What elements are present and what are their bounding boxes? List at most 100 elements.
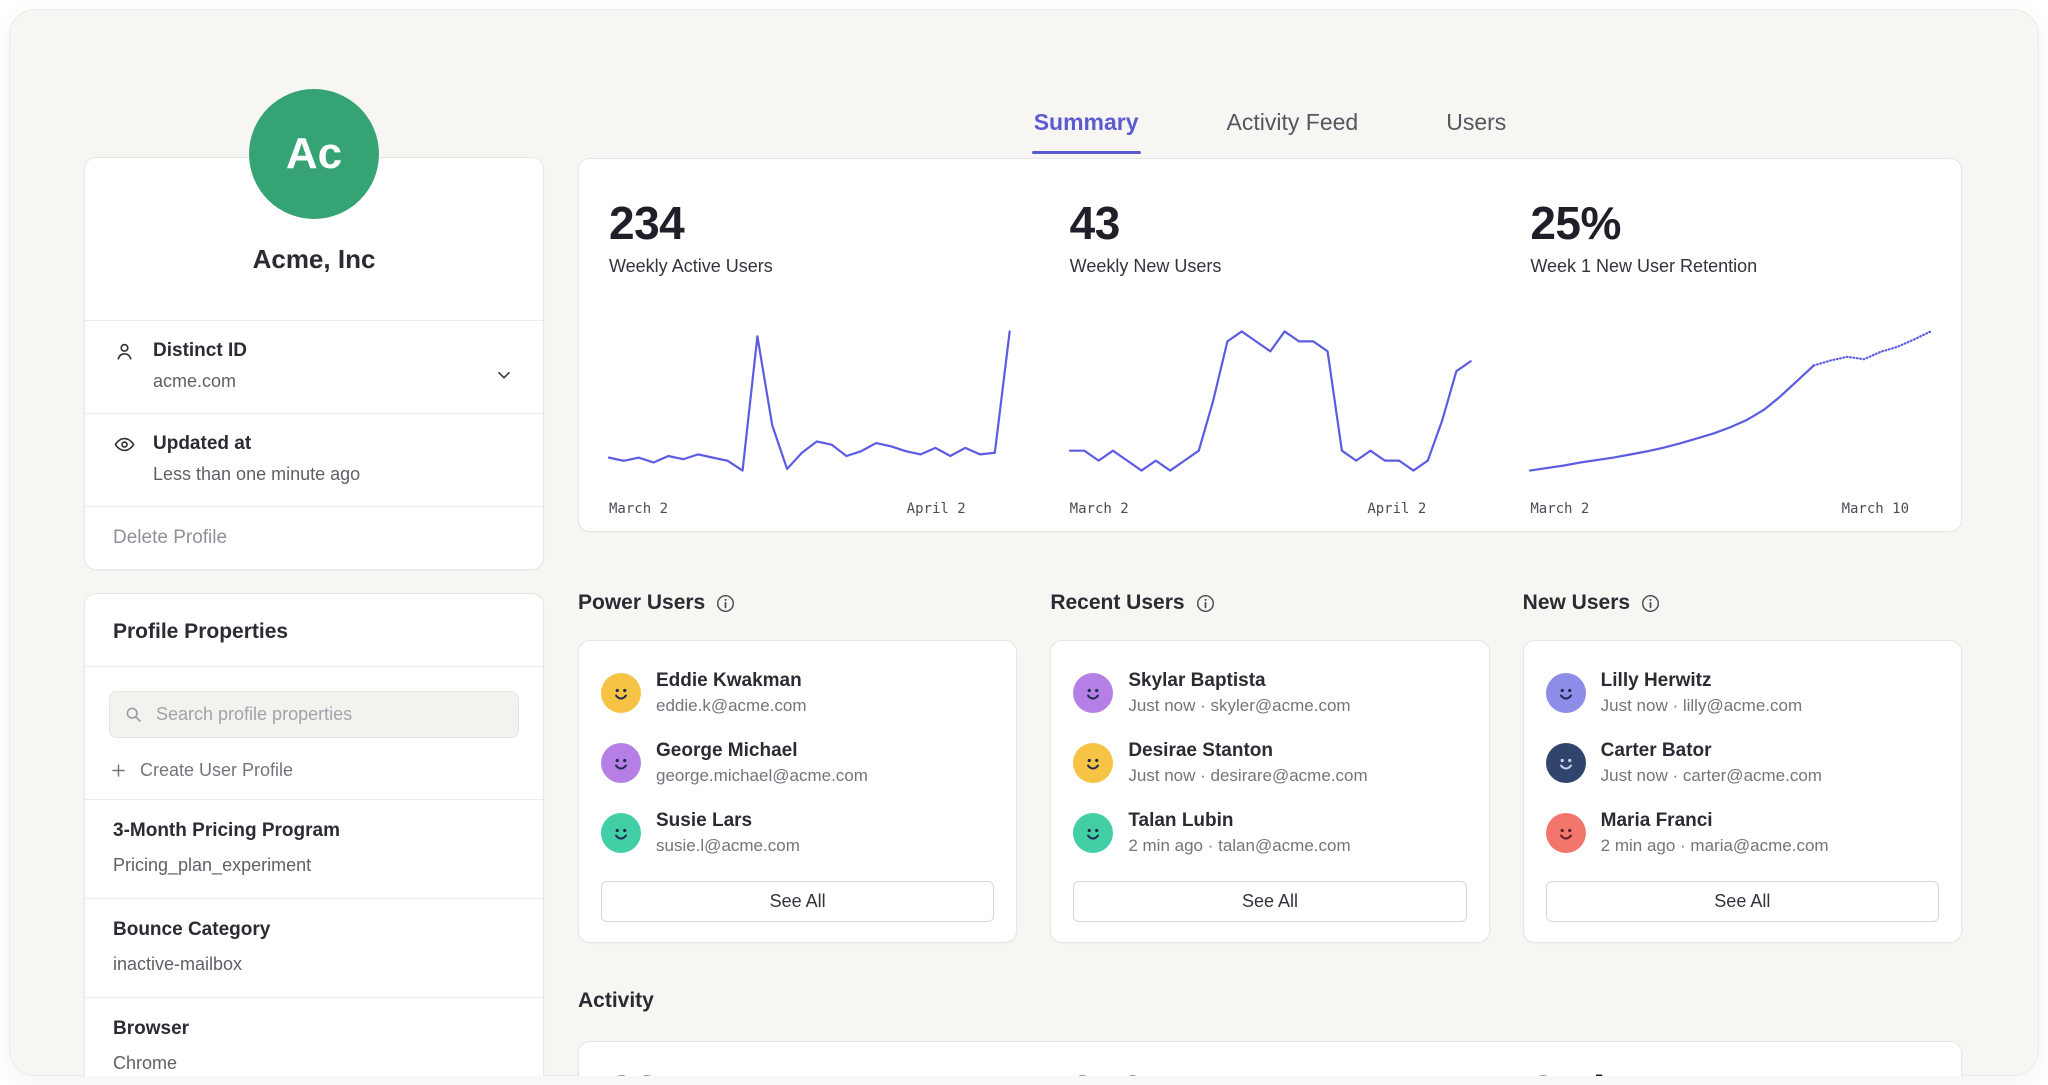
property-name: Bounce Category [113,917,515,943]
property-row[interactable]: Bounce Category inactive-mailbox [85,899,543,997]
tab-summary[interactable]: Summary [1032,105,1141,147]
new-users-column: New Users [1523,589,1962,943]
user-text: George Michael george.michael@acme.com [656,739,868,786]
stat-value: 234 [609,199,1010,247]
distinct-id-label: Distinct ID [153,338,247,364]
person-icon [113,340,136,363]
user-row[interactable]: George Michael george.michael@acme.com [601,739,994,786]
power-users-header: Power Users [578,589,1017,617]
create-user-profile-label: Create User Profile [140,760,293,781]
new-users-title: New Users [1523,591,1630,615]
user-subtitle: george.michael@acme.com [656,766,868,786]
user-row[interactable]: Carter Bator Just now · carter@acme.com [1546,739,1939,786]
power-users-column: Power Users [578,589,1017,943]
activity-stat: 3.4k [1500,1068,1961,1076]
delete-profile-button[interactable]: Delete Profile [85,507,543,569]
tab-users[interactable]: Users [1444,105,1508,147]
updated-at-row: Updated at Less than one minute ago [85,414,543,506]
property-value: Chrome [113,1050,515,1076]
user-name: Lilly Herwitz [1601,669,1802,692]
user-avatar [1073,813,1113,853]
see-all-button[interactable]: See All [1546,881,1939,922]
recent-users-header: Recent Users [1050,589,1489,617]
distinct-id-text: Distinct ID acme.com [153,338,247,395]
stat-weekly-active-users: 234 Weekly Active Users March 2 April 2 [579,159,1040,531]
user-row[interactable]: Eddie Kwakman eddie.k@acme.com [601,669,994,716]
property-value: Pricing_plan_experiment [113,852,515,878]
smiley-face-icon [1551,678,1581,708]
search-icon [123,704,144,725]
property-row[interactable]: Browser Chrome [85,998,543,1076]
axis-tick-right: March 10 [1842,501,1909,517]
axis-tick-right: April 2 [907,501,966,517]
activity-value: 240 [1070,1068,1471,1076]
weekly-new-users-chart [1070,327,1471,475]
company-avatar: Ac [249,89,379,219]
search-input[interactable] [109,691,519,738]
new-users-header: New Users [1523,589,1962,617]
user-avatar [601,673,641,713]
activity-value: 3.4k [1530,1068,1931,1076]
smiley-face-icon [1078,818,1108,848]
property-row[interactable]: 3-Month Pricing Program Pricing_plan_exp… [85,800,543,898]
user-name: Desirae Stanton [1128,739,1367,762]
user-row[interactable]: Lilly Herwitz Just now · lilly@acme.com [1546,669,1939,716]
user-row[interactable]: Maria Franci 2 min ago · maria@acme.com [1546,809,1939,856]
info-icon[interactable] [1196,594,1215,613]
user-text: Talan Lubin 2 min ago · talan@acme.com [1128,809,1350,856]
smiley-face-icon [606,678,636,708]
user-row[interactable]: Susie Lars susie.l@acme.com [601,809,994,856]
activity-value: 234 [609,1068,1010,1076]
chevron-down-icon[interactable] [493,364,515,386]
user-subtitle: 2 min ago · maria@acme.com [1601,836,1829,856]
see-all-button[interactable]: See All [601,881,994,922]
recent-users-card: Skylar Baptista Just now · skyler@acme.c… [1050,640,1489,943]
chart-axis: March 2 April 2 [609,501,1010,517]
user-subtitle: eddie.k@acme.com [656,696,807,716]
chart-axis: March 2 April 2 [1070,501,1471,517]
info-icon[interactable] [1641,594,1660,613]
axis-tick-left: March 2 [1530,501,1589,517]
user-avatar [1073,673,1113,713]
property-search [109,691,519,738]
user-avatar [1073,743,1113,783]
tab-bar: Summary Activity Feed Users [578,105,1962,147]
user-avatar [601,743,641,783]
power-users-title: Power Users [578,591,705,615]
smiley-face-icon [1078,748,1108,778]
profile-properties-card: Profile Properties Create User Profile 3… [84,593,544,1076]
activity-section-title: Activity [578,987,1962,1015]
user-name: Maria Franci [1601,809,1829,832]
user-row[interactable]: Talan Lubin 2 min ago · talan@acme.com [1073,809,1466,856]
stat-week1-retention: 25% Week 1 New User Retention March 2 Ma… [1500,159,1961,531]
stat-value: 43 [1070,199,1471,247]
user-row[interactable]: Skylar Baptista Just now · skyler@acme.c… [1073,669,1466,716]
user-subtitle: Just now · desirare@acme.com [1128,766,1367,786]
user-text: Susie Lars susie.l@acme.com [656,809,800,856]
info-icon[interactable] [716,594,735,613]
recent-users-column: Recent Users [1050,589,1489,943]
property-name: 3-Month Pricing Program [113,818,515,844]
user-subtitle: susie.l@acme.com [656,836,800,856]
property-value: inactive-mailbox [113,951,515,977]
power-users-card: Eddie Kwakman eddie.k@acme.com Geo [578,640,1017,943]
activity-stat: 240 [1040,1068,1501,1076]
user-name: Susie Lars [656,809,800,832]
user-avatar [1546,813,1586,853]
smiley-face-icon [1551,748,1581,778]
updated-at-text: Updated at Less than one minute ago [153,431,360,488]
create-user-profile-button[interactable]: Create User Profile [109,760,519,781]
weekly-active-users-chart [609,327,1010,475]
user-text: Lilly Herwitz Just now · lilly@acme.com [1601,669,1802,716]
week1-retention-chart [1530,327,1931,475]
updated-at-label: Updated at [153,431,360,457]
new-users-card: Lilly Herwitz Just now · lilly@acme.com [1523,640,1962,943]
see-all-button[interactable]: See All [1073,881,1466,922]
user-name: Skylar Baptista [1128,669,1350,692]
axis-tick-left: March 2 [609,501,668,517]
tab-activity-feed[interactable]: Activity Feed [1225,105,1361,147]
user-row[interactable]: Desirae Stanton Just now · desirare@acme… [1073,739,1466,786]
smiley-face-icon [606,818,636,848]
smiley-face-icon [1078,678,1108,708]
property-name: Browser [113,1016,515,1042]
